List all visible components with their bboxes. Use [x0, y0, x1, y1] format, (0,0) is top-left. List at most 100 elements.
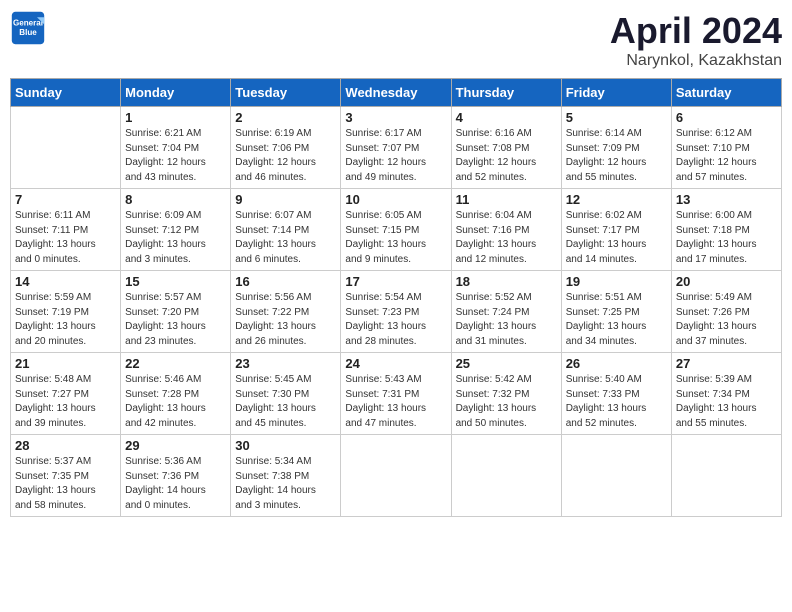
calendar-cell: 13Sunrise: 6:00 AM Sunset: 7:18 PM Dayli… [671, 189, 781, 271]
day-info: Sunrise: 6:04 AM Sunset: 7:16 PM Dayligh… [456, 209, 557, 267]
day-info: Sunrise: 5:40 AM Sunset: 7:33 PM Dayligh… [566, 373, 667, 431]
logo: General Blue [10, 10, 46, 46]
day-info: Sunrise: 6:05 AM Sunset: 7:15 PM Dayligh… [345, 209, 446, 267]
day-info: Sunrise: 5:54 AM Sunset: 7:23 PM Dayligh… [345, 291, 446, 349]
day-info: Sunrise: 5:57 AM Sunset: 7:20 PM Dayligh… [125, 291, 226, 349]
calendar-cell: 21Sunrise: 5:48 AM Sunset: 7:27 PM Dayli… [11, 353, 121, 435]
calendar-week-4: 21Sunrise: 5:48 AM Sunset: 7:27 PM Dayli… [11, 353, 782, 435]
day-number: 1 [125, 110, 226, 125]
day-number: 19 [566, 274, 667, 289]
day-info: Sunrise: 6:16 AM Sunset: 7:08 PM Dayligh… [456, 127, 557, 185]
day-number: 25 [456, 356, 557, 371]
day-info: Sunrise: 5:48 AM Sunset: 7:27 PM Dayligh… [15, 373, 116, 431]
calendar-cell: 2 Sunrise: 6:19 AM Sunset: 7:06 PM Daylig… [231, 107, 341, 189]
day-info: Sunrise: 6:02 AM Sunset: 7:17 PM Dayligh… [566, 209, 667, 267]
day-info: Sunrise: 6:14 AM Sunset: 7:09 PM Dayligh… [566, 127, 667, 185]
calendar-cell: 14 Sunrise: 5:59 AM Sunset: 7:19 PM Dayli… [11, 271, 121, 353]
day-info: Sunrise: 5:39 AM Sunset: 7:34 PM Dayligh… [676, 373, 777, 431]
calendar-week-3: 14 Sunrise: 5:59 AM Sunset: 7:19 PM Dayli… [11, 271, 782, 353]
calendar-cell: 27 Sunrise: 5:39 AM Sunset: 7:34 PM Dayli… [671, 353, 781, 435]
day-number: 20 [676, 274, 777, 289]
day-number: 23 [235, 356, 336, 371]
day-number: 12 [566, 192, 667, 207]
day-info: Sunrise: 5:52 AM Sunset: 7:24 PM Dayligh… [456, 291, 557, 349]
day-number: 15 [125, 274, 226, 289]
calendar-cell: 16Sunrise: 5:56 AM Sunset: 7:22 PM Dayli… [231, 271, 341, 353]
calendar-cell: 8 Sunrise: 6:09 AM Sunset: 7:12 PM Daylig… [121, 189, 231, 271]
calendar-cell: 4 Sunrise: 6:16 AM Sunset: 7:08 PM Daylig… [451, 107, 561, 189]
calendar-cell [671, 435, 781, 517]
calendar-cell: 19 Sunrise: 5:51 AM Sunset: 7:25 PM Dayli… [561, 271, 671, 353]
day-info: Sunrise: 6:07 AM Sunset: 7:14 PM Dayligh… [235, 209, 336, 267]
day-number: 14 [15, 274, 116, 289]
calendar-cell: 15 Sunrise: 5:57 AM Sunset: 7:20 PM Dayli… [121, 271, 231, 353]
day-number: 2 [235, 110, 336, 125]
calendar-cell: 10 Sunrise: 6:05 AM Sunset: 7:15 PM Dayli… [341, 189, 451, 271]
day-info: Sunrise: 6:17 AM Sunset: 7:07 PM Dayligh… [345, 127, 446, 185]
day-info: Sunrise: 5:49 AM Sunset: 7:26 PM Dayligh… [676, 291, 777, 349]
day-info: Sunrise: 5:42 AM Sunset: 7:32 PM Dayligh… [456, 373, 557, 431]
day-number: 10 [345, 192, 446, 207]
day-number: 30 [235, 438, 336, 453]
calendar-cell: 22Sunrise: 5:46 AM Sunset: 7:28 PM Dayli… [121, 353, 231, 435]
calendar-cell: 7 Sunrise: 6:11 AM Sunset: 7:11 PM Daylig… [11, 189, 121, 271]
day-number: 24 [345, 356, 446, 371]
calendar-header-tuesday: Tuesday [231, 79, 341, 107]
calendar-header-saturday: Saturday [671, 79, 781, 107]
day-info: Sunrise: 6:11 AM Sunset: 7:11 PM Dayligh… [15, 209, 116, 267]
day-info: Sunrise: 5:51 AM Sunset: 7:25 PM Dayligh… [566, 291, 667, 349]
location-title: Narynkol, Kazakhstan [610, 52, 782, 70]
month-title: April 2024 [610, 10, 782, 52]
day-info: Sunrise: 6:12 AM Sunset: 7:10 PM Dayligh… [676, 127, 777, 185]
calendar-cell: 26 Sunrise: 5:40 AM Sunset: 7:33 PM Dayli… [561, 353, 671, 435]
day-info: Sunrise: 5:45 AM Sunset: 7:30 PM Dayligh… [235, 373, 336, 431]
calendar-header-friday: Friday [561, 79, 671, 107]
calendar-week-2: 7 Sunrise: 6:11 AM Sunset: 7:11 PM Daylig… [11, 189, 782, 271]
day-number: 4 [456, 110, 557, 125]
calendar-table: SundayMondayTuesdayWednesdayThursdayFrid… [10, 78, 782, 517]
calendar-cell [561, 435, 671, 517]
calendar-header-wednesday: Wednesday [341, 79, 451, 107]
day-info: Sunrise: 6:00 AM Sunset: 7:18 PM Dayligh… [676, 209, 777, 267]
calendar-cell: 18 Sunrise: 5:52 AM Sunset: 7:24 PM Dayli… [451, 271, 561, 353]
day-info: Sunrise: 6:21 AM Sunset: 7:04 PM Dayligh… [125, 127, 226, 185]
day-number: 8 [125, 192, 226, 207]
day-number: 27 [676, 356, 777, 371]
svg-text:Blue: Blue [19, 28, 37, 37]
day-number: 9 [235, 192, 336, 207]
day-number: 5 [566, 110, 667, 125]
calendar-cell: 9 Sunrise: 6:07 AM Sunset: 7:14 PM Daylig… [231, 189, 341, 271]
calendar-cell: 17Sunrise: 5:54 AM Sunset: 7:23 PM Dayli… [341, 271, 451, 353]
day-info: Sunrise: 5:56 AM Sunset: 7:22 PM Dayligh… [235, 291, 336, 349]
calendar-cell [451, 435, 561, 517]
calendar-week-5: 28Sunrise: 5:37 AM Sunset: 7:35 PM Dayli… [11, 435, 782, 517]
calendar-cell: 20 Sunrise: 5:49 AM Sunset: 7:26 PM Dayli… [671, 271, 781, 353]
calendar-cell: 1 Sunrise: 6:21 AM Sunset: 7:04 PM Daylig… [121, 107, 231, 189]
day-info: Sunrise: 6:19 AM Sunset: 7:06 PM Dayligh… [235, 127, 336, 185]
calendar-header-monday: Monday [121, 79, 231, 107]
calendar-cell [341, 435, 451, 517]
calendar-cell: 28Sunrise: 5:37 AM Sunset: 7:35 PM Dayli… [11, 435, 121, 517]
calendar-header-sunday: Sunday [11, 79, 121, 107]
day-number: 18 [456, 274, 557, 289]
calendar-cell: 11 Sunrise: 6:04 AM Sunset: 7:16 PM Dayli… [451, 189, 561, 271]
day-info: Sunrise: 5:46 AM Sunset: 7:28 PM Dayligh… [125, 373, 226, 431]
calendar-cell: 6Sunrise: 6:12 AM Sunset: 7:10 PM Daylig… [671, 107, 781, 189]
logo-icon: General Blue [10, 10, 46, 46]
calendar-header-thursday: Thursday [451, 79, 561, 107]
calendar-cell: 29Sunrise: 5:36 AM Sunset: 7:36 PM Dayli… [121, 435, 231, 517]
calendar-cell: 5 Sunrise: 6:14 AM Sunset: 7:09 PM Daylig… [561, 107, 671, 189]
day-info: Sunrise: 5:36 AM Sunset: 7:36 PM Dayligh… [125, 455, 226, 513]
day-info: Sunrise: 5:59 AM Sunset: 7:19 PM Dayligh… [15, 291, 116, 349]
day-info: Sunrise: 5:34 AM Sunset: 7:38 PM Dayligh… [235, 455, 336, 513]
day-number: 11 [456, 192, 557, 207]
page-header: General Blue April 2024 Narynkol, Kazakh… [10, 10, 782, 70]
svg-text:General: General [13, 18, 43, 27]
calendar-cell: 25 Sunrise: 5:42 AM Sunset: 7:32 PM Dayli… [451, 353, 561, 435]
day-number: 26 [566, 356, 667, 371]
day-number: 7 [15, 192, 116, 207]
day-info: Sunrise: 6:09 AM Sunset: 7:12 PM Dayligh… [125, 209, 226, 267]
calendar-cell: 3Sunrise: 6:17 AM Sunset: 7:07 PM Daylig… [341, 107, 451, 189]
title-block: April 2024 Narynkol, Kazakhstan [610, 10, 782, 70]
calendar-cell [11, 107, 121, 189]
